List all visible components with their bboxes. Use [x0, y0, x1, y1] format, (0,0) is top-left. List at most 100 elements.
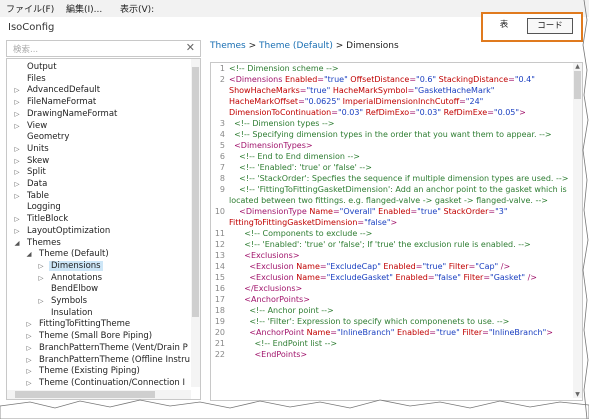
tree-item[interactable]: ▷ Annotations: [37, 273, 104, 284]
tree-item[interactable]: ◢ Themes: [13, 238, 63, 249]
code-line[interactable]: 16 </Exclusions>: [211, 283, 571, 294]
tree-item[interactable]: ▷ Split: [13, 167, 48, 178]
code-line[interactable]: 17 <AnchorPoints>: [211, 294, 571, 305]
tree-item[interactable]: ▷ Table: [13, 191, 51, 202]
tree-item[interactable]: BendElbow: [37, 284, 100, 295]
code-line[interactable]: 6 <!-- End to End dimension -->: [211, 151, 571, 162]
tree-item[interactable]: ◢ Theme (Default): [25, 249, 111, 260]
collapsed-arrow-icon[interactable]: ▷: [13, 85, 21, 96]
expanded-arrow-icon[interactable]: ◢: [25, 249, 33, 260]
collapsed-arrow-icon[interactable]: ▷: [25, 343, 33, 354]
tree-item[interactable]: ▷ AdvancedDefault: [13, 85, 102, 96]
tree-item-label: FittingToFittingTheme: [39, 319, 131, 330]
collapsed-arrow-icon[interactable]: ▷: [13, 109, 21, 120]
collapsed-arrow-icon[interactable]: ▷: [25, 378, 33, 389]
code-line[interactable]: 7 <!-- 'Enabled': 'true' or 'false' -->: [211, 162, 571, 173]
collapsed-arrow-icon[interactable]: ▷: [13, 121, 21, 132]
tree-item[interactable]: ▷ Symbols: [37, 296, 89, 307]
breadcrumb-theme-default[interactable]: Theme (Default): [259, 41, 333, 51]
tree-item[interactable]: ▷ LayoutOptimization: [13, 226, 112, 237]
tree-item[interactable]: ▷ Units: [13, 144, 51, 155]
code-text: <Exclusion Name="ExcludeCap" Enabled="tr…: [229, 262, 511, 271]
code-line[interactable]: 11 <!-- Components to exclude -->: [211, 228, 571, 239]
code-line[interactable]: 4 <!-- Specifying dimension types in the…: [211, 129, 571, 140]
tree-item[interactable]: Files: [13, 74, 48, 85]
code-line[interactable]: 14 <Exclusion Name="ExcludeCap" Enabled=…: [211, 261, 571, 272]
code-line[interactable]: 20 <AnchorPoint Name="InlineBranch" Enab…: [211, 327, 571, 338]
code-view-button[interactable]: コード: [527, 18, 573, 34]
tree-item-label: TitleBlock: [27, 214, 69, 225]
menu-view[interactable]: 表示(V):: [120, 2, 154, 15]
menu-edit[interactable]: 編集(I)...: [66, 2, 102, 15]
tree-item[interactable]: ▷ Theme (Existing Piping): [25, 366, 142, 377]
code-text: <!-- Dimension types -->: [229, 119, 335, 128]
tree-item[interactable]: Insulation: [37, 308, 95, 319]
clear-search-icon[interactable]: ✕: [186, 41, 195, 54]
code-line[interactable]: 12 <!-- 'Enabled': 'true' or 'false'; If…: [211, 239, 571, 250]
search-box[interactable]: 検索... ✕: [6, 40, 201, 57]
collapsed-arrow-icon[interactable]: ▷: [25, 366, 33, 377]
collapsed-arrow-icon[interactable]: ▷: [13, 226, 21, 237]
tree-item-label: Units: [27, 143, 49, 154]
tree-item[interactable]: Logging: [13, 202, 63, 213]
config-tree[interactable]: Output Files ▷ AdvancedDefault ▷ FileNameForm…: [6, 58, 201, 400]
code-line[interactable]: 22 <EndPoints>: [211, 349, 571, 360]
tree-item[interactable]: ▷ Skew: [13, 156, 51, 167]
tree-item[interactable]: ▷ BranchPatternTheme (Offline Instru: [25, 355, 192, 366]
code-line[interactable]: 9 <!-- 'FittingToFittingGasketDimension'…: [211, 184, 571, 206]
collapsed-arrow-icon[interactable]: ▷: [37, 261, 45, 272]
collapsed-arrow-icon[interactable]: ▷: [37, 296, 45, 307]
tree-item[interactable]: ▷ FittingToFittingTheme: [25, 319, 132, 330]
collapsed-arrow-icon[interactable]: ▷: [13, 167, 21, 178]
code-editor[interactable]: 1 <!-- Dimension scheme --> 2 <Dimensions E…: [210, 62, 583, 401]
breadcrumb-themes[interactable]: Themes: [210, 41, 246, 51]
tree-item[interactable]: ▷ FileNameFormat: [13, 97, 98, 108]
tree-item[interactable]: ▷ Dimensions: [37, 260, 103, 272]
tree-item[interactable]: ▷ DrawingNameFormat: [13, 109, 119, 120]
code-line[interactable]: 13 <Exclusions>: [211, 250, 571, 261]
line-number: 11: [214, 229, 225, 238]
collapsed-arrow-icon[interactable]: ▷: [37, 273, 45, 284]
expanded-arrow-icon[interactable]: ◢: [13, 238, 21, 249]
collapsed-arrow-icon[interactable]: ▷: [13, 214, 21, 225]
tree-item[interactable]: ▷ Theme (Small Bore Piping): [25, 331, 154, 342]
editor-scroll-thumb[interactable]: [574, 71, 581, 99]
code-text: </Exclusions>: [229, 284, 303, 293]
table-view-button[interactable]: 表: [497, 18, 511, 32]
line-number: 21: [214, 339, 225, 348]
tree-item[interactable]: ▷ Theme (Continuation/Connection I: [25, 378, 187, 389]
tree-scroll-thumb[interactable]: [192, 67, 199, 317]
collapsed-arrow-icon[interactable]: ▷: [13, 97, 21, 108]
code-line[interactable]: 15 <Exclusion Name="ExcludeGasket" Enabl…: [211, 272, 571, 283]
code-text: <!-- EndPoint list -->: [229, 339, 338, 348]
code-line[interactable]: 8 <!-- 'StackOrder': Specfies the sequen…: [211, 173, 571, 184]
line-number: 3: [219, 119, 225, 128]
code-line[interactable]: 19 <!-- 'Filter': Expression to specify …: [211, 316, 571, 327]
tree-item[interactable]: Output: [13, 62, 59, 73]
tree-item[interactable]: ▷ Data: [13, 179, 49, 190]
tree-item[interactable]: ▷ TitleBlock: [13, 214, 70, 225]
torn-edge-decoration: [0, 399, 589, 419]
code-content[interactable]: 1 <!-- Dimension scheme --> 2 <Dimensions E…: [211, 63, 571, 360]
tree-item[interactable]: Geometry: [13, 132, 71, 143]
collapsed-arrow-icon[interactable]: ▷: [25, 355, 33, 366]
tree-item[interactable]: ▷ View: [13, 121, 49, 132]
tree-vertical-scrollbar[interactable]: [191, 59, 200, 387]
code-line[interactable]: 5 <DimensionTypes>: [211, 140, 571, 151]
collapsed-arrow-icon[interactable]: ▷: [13, 144, 21, 155]
tree-item[interactable]: ▷ BranchPatternTheme (Vent/Drain P: [25, 343, 190, 354]
code-line[interactable]: 18 <!-- Anchor point -->: [211, 305, 571, 316]
code-line[interactable]: 2 <Dimensions Enabled="true" OffsetDistan…: [211, 74, 571, 118]
collapsed-arrow-icon[interactable]: ▷: [13, 179, 21, 190]
menu-file[interactable]: ファイル(F): [6, 2, 54, 15]
tree-item-label: Symbols: [51, 296, 88, 306]
code-line[interactable]: 3 <!-- Dimension types -->: [211, 118, 571, 129]
collapsed-arrow-icon[interactable]: ▷: [25, 331, 33, 342]
code-line[interactable]: 21 <!-- EndPoint list -->: [211, 338, 571, 349]
code-line[interactable]: 10 <DimensionType Name="Overall" Enabled…: [211, 206, 571, 228]
code-line[interactable]: 1 <!-- Dimension scheme -->: [211, 63, 571, 74]
collapsed-arrow-icon[interactable]: ▷: [25, 319, 33, 330]
collapsed-arrow-icon[interactable]: ▷: [13, 156, 21, 167]
collapsed-arrow-icon[interactable]: ▷: [13, 191, 21, 202]
tree-item-label: Theme (Continuation/Connection I: [39, 377, 185, 388]
